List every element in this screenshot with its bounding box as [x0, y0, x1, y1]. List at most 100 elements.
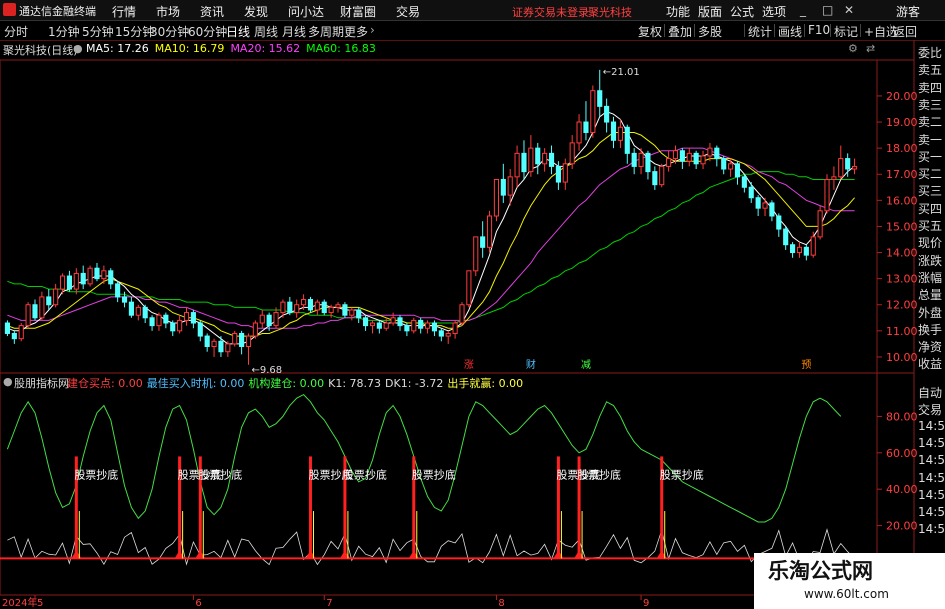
chart-area[interactable]: 股票抄底股票抄底股票抄底股票抄底股票抄底股票抄底股票抄底股票抄底股票抄底 20.… — [0, 40, 945, 609]
menu-wealth-circle[interactable]: 财富圈 — [340, 3, 376, 20]
candle-body — [369, 322, 376, 327]
quote-field-label: 外盘 — [918, 305, 943, 320]
candlesticks[interactable] — [4, 69, 858, 365]
tick-time: 14:56 — [918, 522, 945, 537]
indicator-tick-label: 20.00 — [886, 520, 918, 533]
mark-button[interactable]: 标记 — [834, 23, 858, 40]
tick-time: 14:56 — [918, 453, 945, 468]
price-tick-label: 18.00 — [886, 142, 918, 155]
candle-body — [183, 312, 190, 321]
signal-label: 股票抄底 — [343, 467, 387, 481]
f10-button[interactable]: F10 — [808, 23, 830, 37]
menu-formula[interactable]: 公式 — [730, 3, 754, 20]
app-logo-icon — [3, 3, 16, 16]
quote-field-label: 买一 — [918, 149, 943, 164]
candle-body — [101, 270, 107, 280]
menu-ask[interactable]: 问小达 — [288, 3, 324, 20]
candle-body — [672, 150, 679, 160]
ma-legend: MA5: 17.26 MA10: 16.79 MA20: 15.62 MA60: 16… — [86, 42, 382, 55]
price-tick-label: 20.00 — [886, 90, 918, 103]
auto-trade-label[interactable]: 自动 — [918, 384, 942, 401]
indicator-value-item: 机构建仓: 0.00 — [248, 377, 325, 390]
menu-discover[interactable]: 发现 — [244, 3, 268, 20]
candle-body — [321, 301, 327, 314]
candle-body — [514, 152, 520, 178]
menu-function[interactable]: 功能 — [666, 3, 690, 20]
signal-label: 股票抄底 — [198, 467, 242, 481]
tab-60min[interactable]: 60分钟 — [188, 23, 227, 40]
app-title: 通达信金融终端 — [19, 5, 96, 18]
price-tick-label: 19.00 — [886, 116, 918, 129]
menu-news[interactable]: 资讯 — [200, 3, 224, 20]
quote-field-label: 收益 — [918, 357, 943, 372]
minimize-icon[interactable]: _ — [800, 3, 806, 17]
tab-weekly[interactable]: 周线 — [254, 23, 278, 40]
back-button[interactable]: 返回 — [893, 23, 917, 40]
toolbar-divider — [830, 24, 831, 37]
quote-field-label: 买五 — [918, 219, 943, 233]
candle-body — [390, 317, 396, 324]
ma-legend-item: MA5: 17.26 — [86, 42, 149, 55]
candle-body — [266, 314, 272, 327]
tab-intraday[interactable]: 分时 — [4, 23, 28, 40]
toolbar-divider — [804, 24, 805, 37]
trade-login-status[interactable]: 证券交易未登录 — [512, 4, 589, 20]
tab-15min[interactable]: 15分钟 — [115, 23, 154, 40]
more-chevron-icon[interactable]: › — [370, 23, 375, 37]
switch-panel-icon[interactable]: ⇄ — [866, 42, 875, 55]
candle-body — [376, 322, 382, 329]
price-tick-label: 10.00 — [886, 351, 918, 364]
date-tick-label: 5 — [37, 598, 43, 609]
watermark-title: 乐淘公式网 — [768, 559, 873, 583]
candle-body — [631, 152, 637, 167]
settings-dot-icon[interactable]: ● — [73, 42, 83, 55]
candle-body — [845, 158, 851, 170]
tab-monthly[interactable]: 月线 — [282, 23, 306, 40]
candle-body — [803, 246, 809, 256]
ma-legend-item: MA60: 16.83 — [306, 42, 376, 55]
menu-markets[interactable]: 市场 — [156, 3, 180, 20]
candle-body — [721, 158, 727, 170]
indicator-value-item: 出手就赢: 0.00 — [447, 377, 524, 390]
candle-body — [4, 322, 11, 334]
tab-more[interactable]: 更多 — [344, 23, 368, 40]
ma20-line — [7, 147, 855, 329]
candle-body — [342, 304, 348, 316]
menu-trade[interactable]: 交易 — [396, 3, 420, 20]
guest-user[interactable]: 游客 — [896, 3, 920, 20]
statistics-button[interactable]: 统计 — [748, 23, 772, 40]
tab-30min[interactable]: 30分钟 — [150, 23, 189, 40]
quote-field-label: 卖一 — [918, 132, 943, 147]
settings-gear-icon[interactable]: ⚙ — [848, 42, 858, 55]
quote-field-label: 卖四 — [918, 80, 943, 95]
candle-body — [307, 299, 314, 311]
candle-body — [459, 304, 465, 324]
candle-body — [610, 121, 617, 141]
toolbar-divider — [860, 24, 861, 37]
signal-label: 股票抄底 — [577, 467, 621, 481]
candle-body — [486, 215, 493, 248]
menu-market[interactable]: 行情 — [112, 3, 136, 20]
candle-body — [115, 283, 121, 298]
menu-options[interactable]: 选项 — [762, 3, 786, 20]
candle-body — [555, 165, 561, 183]
maximize-icon[interactable]: □ — [822, 3, 833, 17]
signal-label: 股票抄底 — [660, 467, 704, 481]
overlay-button[interactable]: 叠加 — [668, 23, 692, 40]
tab-5min[interactable]: 5分钟 — [82, 23, 114, 40]
quote-field-label: 净资 — [918, 340, 943, 355]
candle-body — [273, 312, 279, 327]
menu-layout[interactable]: 版面 — [698, 3, 722, 20]
toolbar-divider — [744, 24, 745, 37]
draw-line-button[interactable]: 画线 — [778, 23, 802, 40]
candle-body — [314, 301, 320, 311]
adjust-price-button[interactable]: 复权 — [638, 23, 662, 40]
close-icon[interactable]: ✕ — [844, 3, 854, 17]
auto-trade-label[interactable]: 交易 — [918, 401, 942, 418]
tab-daily[interactable]: 日线 — [226, 23, 250, 40]
date-tick-label: 6 — [195, 598, 201, 609]
tab-1min[interactable]: 1分钟 — [48, 23, 80, 40]
tab-multi-period[interactable]: 多周期 — [308, 23, 344, 40]
indicator-settings-icon[interactable]: ● — [3, 375, 13, 388]
multi-stock-button[interactable]: 多股 — [698, 23, 722, 40]
